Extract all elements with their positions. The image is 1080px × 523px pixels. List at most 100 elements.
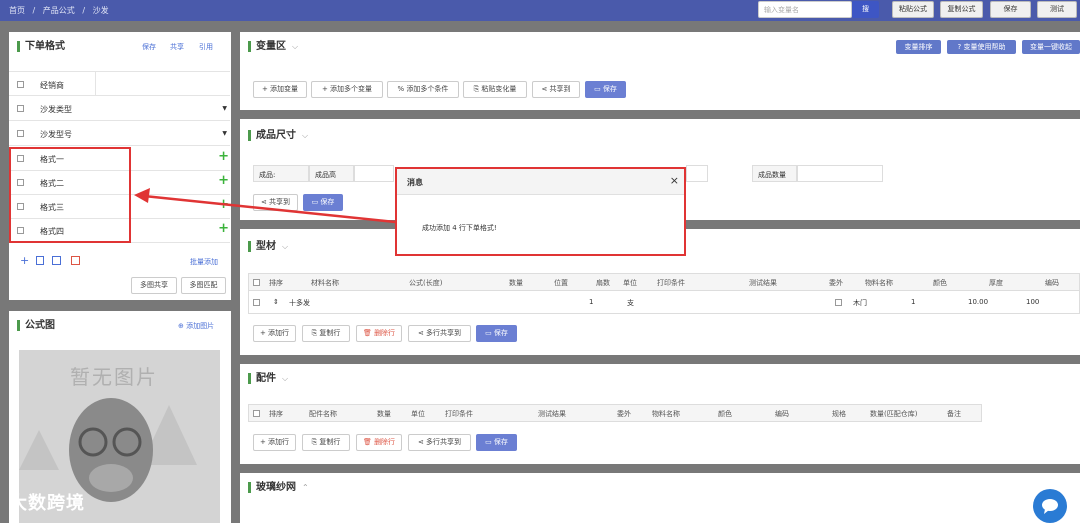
material-name-cell[interactable]: 十多发 xyxy=(289,298,310,308)
annotation-arrow xyxy=(134,188,396,224)
finished-extra-input[interactable] xyxy=(686,165,708,182)
paste-variation-button[interactable]: ⎘ 粘贴变化量 xyxy=(463,81,527,98)
test-button[interactable]: 测试 xyxy=(1037,1,1077,18)
accessories-save-button[interactable]: ▭ 保存 xyxy=(476,434,517,451)
batch-add-link[interactable]: 批量添加 xyxy=(190,257,218,267)
order-format-row-dealer[interactable]: 经销商 xyxy=(9,71,230,96)
column-header: 排序 xyxy=(269,279,283,287)
glass-panel xyxy=(240,473,1080,523)
order-format-reference-link[interactable]: 引用 xyxy=(199,42,213,52)
column-header: 颜色 xyxy=(718,410,732,418)
column-header: 物料名称 xyxy=(865,279,893,287)
plus-icon[interactable]: + xyxy=(218,149,229,164)
column-header: 编码 xyxy=(1045,279,1059,287)
thickness-cell[interactable]: 10.00 xyxy=(968,298,988,306)
chevron-down-icon: ⌵ xyxy=(282,242,289,251)
row-checkbox[interactable] xyxy=(17,105,24,112)
highlight-box xyxy=(9,147,131,243)
table-row[interactable]: ⇕ 十多发 1 支 木门 1 10.00 100 xyxy=(248,291,1080,314)
unit-cell[interactable]: 支 xyxy=(627,298,634,308)
outsource-checkbox[interactable] xyxy=(835,299,842,306)
copy-formula-button[interactable]: 复制公式 xyxy=(940,1,983,18)
column-header: 颜色 xyxy=(933,279,947,287)
caret-down-icon[interactable]: ▼ xyxy=(222,105,227,112)
breadcrumb-sep: / xyxy=(32,6,36,15)
close-icon[interactable]: × xyxy=(670,174,679,187)
column-header: 厚度 xyxy=(989,279,1003,287)
multi-match-button[interactable]: 多图匹配 xyxy=(181,277,226,294)
caret-down-icon[interactable]: ▼ xyxy=(222,130,227,137)
finished-quantity-label: 成品数量 xyxy=(752,165,797,182)
multi-row-share-button[interactable]: ⋖ 多行共享到 xyxy=(408,434,471,451)
share-to-button[interactable]: ⋖ 共享到 xyxy=(532,81,580,98)
accessories-table-header: 排序 配件名称 数量 单位 打印条件 测试结果 委外 物料名称 颜色 编码 规格… xyxy=(248,404,982,422)
order-format-row-sofa-model[interactable]: 沙发型号 ▼ xyxy=(9,121,230,146)
order-format-share-link[interactable]: 共享 xyxy=(170,42,184,52)
code-cell[interactable]: 100 xyxy=(1026,298,1039,306)
column-header: 公式(长度) xyxy=(409,279,443,287)
finished-height-input[interactable] xyxy=(354,165,394,182)
sort-handle-icon[interactable]: ⇕ xyxy=(273,298,279,306)
copy-row-button[interactable]: ⎘ 复制行 xyxy=(302,325,350,342)
add-multiple-variables-button[interactable]: + 添加多个变量 xyxy=(311,81,383,98)
chevron-down-icon: ⌵ xyxy=(282,374,289,383)
order-format-row-label: 沙发型号 xyxy=(40,130,72,139)
accessories-title[interactable]: 配件 ⌵ xyxy=(248,373,288,384)
select-all-checkbox[interactable] xyxy=(253,279,260,286)
profile-save-button[interactable]: ▭ 保存 xyxy=(476,325,517,342)
delete-row-button[interactable]: 🗑 删除行 xyxy=(356,434,402,451)
copy-icon[interactable] xyxy=(36,256,44,265)
multi-row-share-button[interactable]: ⋖ 多行共享到 xyxy=(408,325,471,342)
fan-count-cell[interactable]: 1 xyxy=(589,298,593,306)
variable-collapse-button[interactable]: 变量一键收起 xyxy=(1022,40,1080,54)
row-checkbox[interactable] xyxy=(253,299,260,306)
chat-icon[interactable] xyxy=(1033,489,1067,523)
image-icon[interactable] xyxy=(52,256,61,265)
order-format-title: 下单格式 xyxy=(17,41,65,52)
breadcrumb-current: 沙发 xyxy=(92,6,109,15)
delete-icon[interactable] xyxy=(71,256,80,265)
select-all-checkbox[interactable] xyxy=(253,410,260,417)
order-format-row-label: 经销商 xyxy=(40,81,64,90)
dialog-header: 消息 × xyxy=(397,169,684,195)
column-header: 委外 xyxy=(617,410,631,418)
variable-sort-button[interactable]: 变量排序 xyxy=(896,40,941,54)
variables-save-button[interactable]: ▭ 保存 xyxy=(585,81,626,98)
breadcrumb-product-formula[interactable]: 产品公式 xyxy=(43,6,75,15)
row-checkbox[interactable] xyxy=(17,81,24,88)
finished-quantity-input[interactable] xyxy=(797,165,883,182)
row-checkbox[interactable] xyxy=(17,130,24,137)
column-header: 打印条件 xyxy=(657,279,685,287)
chevron-down-icon: ⌵ xyxy=(292,42,299,51)
variable-search-input[interactable]: 输入变量名 xyxy=(758,1,852,18)
copy-row-button[interactable]: ⎘ 复制行 xyxy=(302,434,350,451)
order-format-save-link[interactable]: 保存 xyxy=(142,42,156,52)
breadcrumb-home[interactable]: 首页 xyxy=(9,6,25,15)
variable-help-button[interactable]: ? 变量使用帮助 xyxy=(947,40,1016,54)
paste-formula-button[interactable]: 粘贴公式 xyxy=(892,1,934,18)
material-cell[interactable]: 木门 xyxy=(853,298,867,308)
color-cell[interactable]: 1 xyxy=(911,298,915,306)
multi-share-button[interactable]: 多图共享 xyxy=(131,277,177,294)
no-image-text: 暂无图片 xyxy=(70,365,158,389)
glass-title[interactable]: 玻璃纱网 ⌃ xyxy=(248,482,309,493)
add-multiple-conditions-button[interactable]: % 添加多个条件 xyxy=(387,81,459,98)
column-header: 数量 xyxy=(377,410,391,418)
save-button[interactable]: 保存 xyxy=(990,1,1031,18)
dialog-title: 消息 xyxy=(407,178,423,187)
add-icon[interactable]: + xyxy=(20,254,29,267)
delete-row-button[interactable]: 🗑 删除行 xyxy=(356,325,402,342)
add-row-button[interactable]: + 添加行 xyxy=(253,434,296,451)
add-row-button[interactable]: + 添加行 xyxy=(253,325,296,342)
search-button[interactable]: 搜 xyxy=(852,1,879,18)
order-format-row-sofa-type[interactable]: 沙发类型 ▼ xyxy=(9,96,230,121)
finished-size-title[interactable]: 成品尺寸 ⌵ xyxy=(248,130,308,141)
order-format-row-label: 沙发类型 xyxy=(40,105,72,114)
top-bar: 首页 / 产品公式 / 沙发 输入变量名 搜 粘贴公式 复制公式 保存 测试 xyxy=(0,0,1080,21)
add-image-link[interactable]: ⊕ 添加图片 xyxy=(178,321,214,331)
variables-title[interactable]: 变量区 ⌵ xyxy=(248,41,298,52)
dialog-message: 成功添加 4 行下单格式! xyxy=(422,224,497,232)
column-header: 编码 xyxy=(775,410,789,418)
add-variable-button[interactable]: + 添加变量 xyxy=(253,81,307,98)
profile-title[interactable]: 型材 ⌵ xyxy=(248,241,288,252)
